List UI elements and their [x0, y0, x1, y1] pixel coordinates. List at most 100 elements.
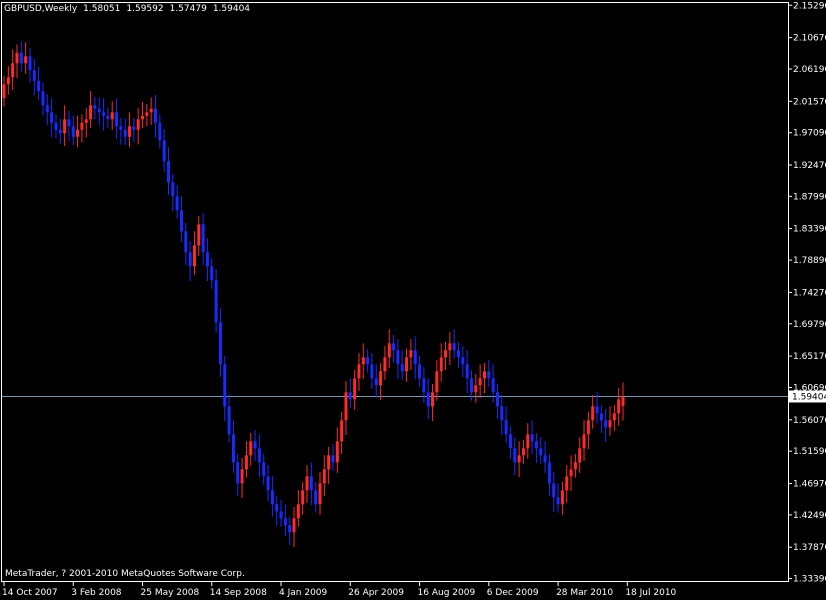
candle-body — [569, 469, 573, 477]
candle-body — [591, 406, 595, 421]
open-value: 1.58051 — [83, 4, 121, 14]
candle-body — [344, 392, 348, 421]
time-tick-label: 26 Apr 2009 — [348, 588, 404, 598]
candle-body — [491, 378, 495, 393]
price-tick-label: 1.69790 — [793, 320, 826, 330]
candle-body — [175, 196, 179, 211]
price-tick-label: 1.92470 — [793, 161, 826, 171]
candle-body — [560, 490, 564, 505]
candle-body — [530, 434, 534, 442]
candle-body — [292, 518, 296, 533]
candle-body — [41, 91, 45, 106]
candle-body — [15, 52, 19, 64]
price-chart[interactable]: 2.15290 2.10670 2.06190 2.01570 1.97090 1.924… — [0, 0, 826, 600]
candle-body — [28, 56, 32, 71]
candle-body — [439, 357, 443, 372]
time-axis: 14 Oct 2007 3 Feb 2008 25 May 2008 14 Sep 2… — [2, 582, 677, 598]
candle-body — [106, 115, 110, 120]
low-value: 1.57479 — [169, 4, 207, 14]
candle-body — [573, 462, 577, 470]
candle-body — [24, 56, 28, 64]
candle-body — [158, 122, 162, 141]
time-tick-label: 25 May 2008 — [141, 588, 200, 598]
candle-body — [452, 343, 456, 351]
candle-body — [392, 343, 396, 351]
candle-body — [508, 434, 512, 449]
candle-body — [426, 392, 430, 407]
candle-body — [115, 112, 119, 127]
candle-body — [534, 441, 538, 449]
candle-body — [526, 434, 530, 449]
candle-body — [383, 357, 387, 372]
candle-body — [227, 406, 231, 435]
candle-body — [552, 483, 556, 498]
candle-body — [162, 140, 166, 162]
candle-body — [314, 490, 318, 505]
candle-body — [595, 406, 599, 414]
candle-body — [110, 112, 114, 120]
candle-body — [448, 343, 452, 351]
candle-body — [76, 129, 80, 137]
price-tick-label: 2.15290 — [793, 1, 826, 11]
candle-body — [357, 364, 361, 379]
candle-body — [288, 525, 292, 533]
candle-body — [409, 350, 413, 358]
candle-body — [348, 392, 352, 400]
candle-body — [136, 119, 140, 130]
close-value: 1.59404 — [212, 4, 251, 14]
candle-body — [283, 518, 287, 526]
candle-body — [171, 182, 175, 197]
candle-body — [604, 420, 608, 428]
candle-body — [422, 378, 426, 393]
current-price-marker: 1.59404 — [789, 390, 826, 403]
candle-body — [223, 364, 227, 407]
candle-body — [444, 350, 448, 358]
candle-body — [67, 119, 71, 127]
candle-body — [50, 112, 54, 123]
candle-body — [80, 122, 84, 130]
time-tick-label: 16 Aug 2009 — [418, 588, 476, 598]
candle-body — [210, 266, 214, 281]
price-tick-label: 2.10670 — [793, 34, 826, 44]
candle-body — [197, 224, 201, 246]
candle-body — [543, 455, 547, 463]
candle-body — [266, 476, 270, 491]
time-tick-label: 28 Mar 2010 — [556, 588, 613, 598]
candle-body — [6, 77, 10, 85]
candle-body — [465, 364, 469, 379]
candle-body — [612, 413, 616, 421]
candle-body — [275, 504, 279, 512]
candle-body — [11, 63, 15, 78]
candle-body — [435, 371, 439, 393]
candle-body — [249, 441, 253, 456]
candle-body — [93, 105, 97, 109]
candle-body — [19, 52, 23, 64]
candle-body — [565, 476, 569, 491]
candle-body — [366, 357, 370, 365]
copyright-text: MetaTrader, ? 2001-2010 MetaQuotes Softw… — [5, 569, 245, 579]
candle-body — [495, 392, 499, 407]
candle-body — [231, 434, 235, 463]
candle-body — [327, 455, 331, 470]
time-tick-label: 3 Feb 2008 — [71, 588, 122, 598]
candle-body — [184, 231, 188, 253]
candle-body — [517, 455, 521, 463]
candle-body — [179, 210, 183, 232]
candle-body — [578, 448, 582, 463]
plot-border — [1, 2, 789, 582]
time-tick-label: 6 Dec 2009 — [487, 588, 539, 598]
candle-body — [400, 364, 404, 372]
price-tick-label: 1.83390 — [793, 225, 826, 235]
symbol-label: GBPUSD,Weekly — [4, 4, 78, 14]
candle-body — [340, 420, 344, 442]
candle-body — [539, 448, 543, 456]
candle-body — [253, 441, 257, 449]
candle-body — [201, 224, 205, 253]
price-tick-label: 1.56070 — [793, 416, 826, 426]
candle-body — [586, 420, 590, 435]
price-tick-label: 1.37870 — [793, 543, 826, 553]
price-tick-label: 1.33390 — [793, 575, 826, 585]
candle-body — [37, 80, 41, 92]
candle-body — [582, 434, 586, 449]
candle-body — [387, 343, 391, 358]
